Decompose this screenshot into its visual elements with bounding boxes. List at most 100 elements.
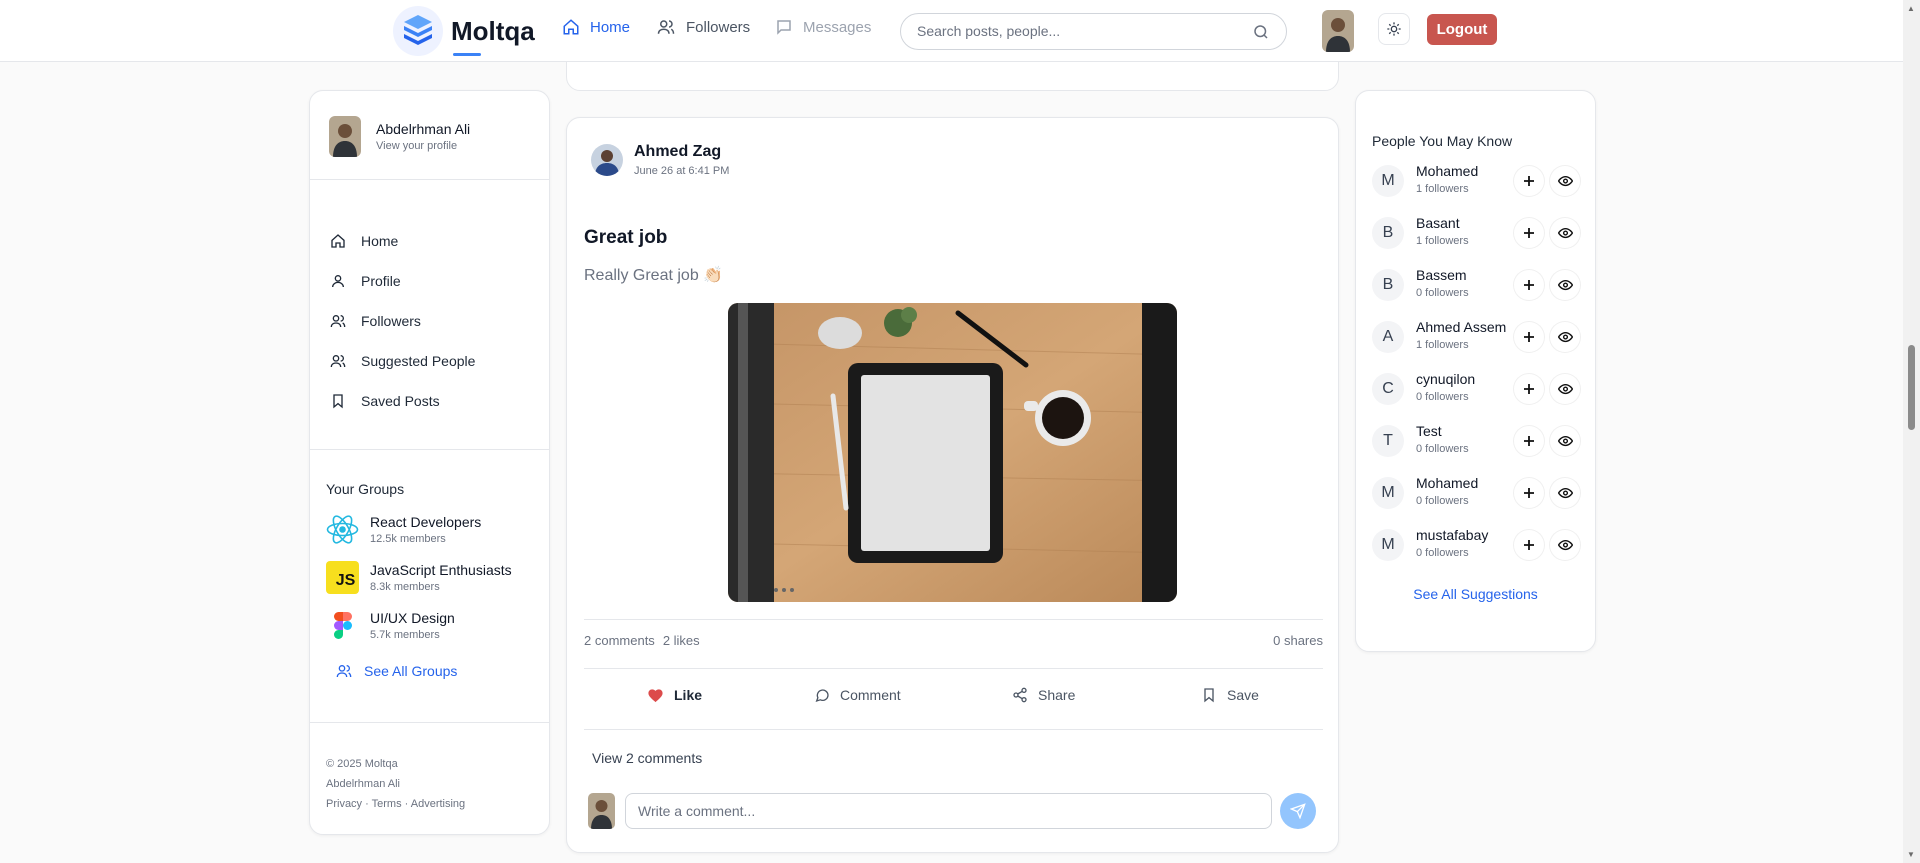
suggestion-name[interactable]: mustafabay bbox=[1416, 527, 1488, 543]
logout-button[interactable]: Logout bbox=[1427, 14, 1497, 45]
bookmark-icon bbox=[1204, 688, 1214, 703]
suggestion-avatar[interactable]: B bbox=[1372, 217, 1404, 249]
divider bbox=[310, 179, 549, 180]
suggestion-name[interactable]: Ahmed Assem bbox=[1416, 319, 1506, 335]
group-members: 8.3k members bbox=[370, 581, 440, 593]
view-profile-button[interactable] bbox=[1550, 218, 1580, 248]
search-input[interactable] bbox=[917, 23, 1237, 39]
nav-home[interactable]: Home bbox=[562, 18, 630, 36]
follow-button[interactable] bbox=[1514, 478, 1544, 508]
group-react-developers[interactable]: React Developers 12.5k members bbox=[326, 513, 481, 546]
message-icon bbox=[777, 20, 791, 35]
nav-followers[interactable]: Followers bbox=[656, 18, 750, 36]
group-members: 12.5k members bbox=[370, 533, 446, 545]
profile-name: Abdelrhman Ali bbox=[376, 121, 471, 137]
plus-icon bbox=[1524, 436, 1534, 446]
likes-count[interactable]: 2 likes bbox=[663, 633, 700, 648]
suggestion-avatar[interactable]: T bbox=[1372, 425, 1404, 457]
suggestion-name[interactable]: Mohamed bbox=[1416, 475, 1478, 491]
search-icon[interactable] bbox=[1252, 23, 1270, 41]
comment-button[interactable]: Comment bbox=[814, 687, 901, 703]
scroll-down-arrow[interactable]: ▼ bbox=[1907, 850, 1915, 859]
suggestion-avatar[interactable]: M bbox=[1372, 165, 1404, 197]
suggestion-avatar[interactable]: M bbox=[1372, 529, 1404, 561]
view-profile-button[interactable] bbox=[1550, 322, 1580, 352]
follow-button[interactable] bbox=[1514, 530, 1544, 560]
follow-button[interactable] bbox=[1514, 166, 1544, 196]
group-members: 5.7k members bbox=[370, 629, 440, 641]
suggestion-name[interactable]: Mohamed bbox=[1416, 163, 1478, 179]
follow-button[interactable] bbox=[1514, 426, 1544, 456]
suggestion-avatar[interactable]: C bbox=[1372, 373, 1404, 405]
sidebar-item-home[interactable]: Home bbox=[330, 221, 475, 261]
divider bbox=[584, 668, 1323, 669]
view-profile-button[interactable] bbox=[1550, 530, 1580, 560]
view-profile-button[interactable] bbox=[1550, 166, 1580, 196]
sidebar-item-followers[interactable]: Followers bbox=[330, 301, 475, 341]
home-icon bbox=[331, 234, 345, 248]
user-icon bbox=[332, 275, 344, 288]
eye-icon bbox=[1557, 383, 1573, 395]
post-timestamp: June 26 at 6:41 PM bbox=[634, 165, 730, 177]
eye-icon bbox=[1557, 435, 1573, 447]
page-scrollbar[interactable]: ▲ ▼ bbox=[1903, 0, 1920, 863]
send-icon bbox=[1290, 803, 1306, 819]
suggestion-avatar[interactable]: M bbox=[1372, 477, 1404, 509]
author-name[interactable]: Ahmed Zag bbox=[634, 143, 729, 161]
eye-icon bbox=[1557, 487, 1573, 499]
follow-button[interactable] bbox=[1514, 270, 1544, 300]
follow-button[interactable] bbox=[1514, 322, 1544, 352]
like-button[interactable]: Like bbox=[647, 687, 702, 703]
follow-button[interactable] bbox=[1514, 374, 1544, 404]
profile-link[interactable]: Abdelrhman Ali View your profile bbox=[329, 116, 470, 157]
scroll-up-arrow[interactable]: ▲ bbox=[1907, 4, 1915, 13]
see-all-suggestions-link[interactable]: See All Suggestions bbox=[1356, 586, 1595, 602]
save-button[interactable]: Save bbox=[1201, 687, 1259, 703]
theme-toggle-button[interactable] bbox=[1378, 13, 1410, 45]
suggestion-followers: 1 followers bbox=[1416, 183, 1469, 195]
scrollbar-thumb[interactable] bbox=[1908, 345, 1915, 430]
profile-subtitle: View your profile bbox=[376, 140, 458, 152]
eye-icon bbox=[1557, 539, 1573, 551]
suggestion-avatar[interactable]: B bbox=[1372, 269, 1404, 301]
users-icon bbox=[330, 355, 346, 368]
view-profile-button[interactable] bbox=[1550, 270, 1580, 300]
divider bbox=[310, 449, 549, 450]
see-all-groups-link[interactable]: See All Groups bbox=[336, 663, 457, 679]
divider bbox=[584, 619, 1323, 620]
follow-button[interactable] bbox=[1514, 218, 1544, 248]
plus-icon bbox=[1524, 332, 1534, 342]
group-ui-ux-design[interactable]: UI/UX Design 5.7k members bbox=[326, 609, 455, 642]
user-avatar[interactable] bbox=[1322, 10, 1354, 52]
suggestion-item: T Test 0 followers bbox=[1372, 421, 1581, 461]
logo[interactable]: Moltqa bbox=[393, 6, 535, 56]
view-profile-button[interactable] bbox=[1550, 374, 1580, 404]
eye-icon bbox=[1557, 175, 1573, 187]
comments-count[interactable]: 2 comments bbox=[584, 633, 655, 648]
post-author[interactable]: Ahmed Zag June 26 at 6:41 PM bbox=[591, 143, 729, 177]
suggestion-followers: 1 followers bbox=[1416, 235, 1469, 247]
send-comment-button[interactable] bbox=[1280, 793, 1316, 829]
shares-count: 0 shares bbox=[1273, 633, 1323, 648]
view-profile-button[interactable] bbox=[1550, 478, 1580, 508]
post-image[interactable] bbox=[728, 303, 1177, 602]
suggestion-name[interactable]: Test bbox=[1416, 423, 1442, 439]
groups-title: Your Groups bbox=[326, 481, 405, 497]
left-sidebar: Abdelrhman Ali View your profile Home Pr… bbox=[309, 90, 550, 835]
view-profile-button[interactable] bbox=[1550, 426, 1580, 456]
sidebar-item-profile[interactable]: Profile bbox=[330, 261, 475, 301]
view-comments-link[interactable]: View 2 comments bbox=[592, 750, 702, 766]
eye-icon bbox=[1557, 227, 1573, 239]
sidebar-item-saved-posts[interactable]: Saved Posts bbox=[330, 381, 475, 421]
group-javascript-enthusiasts[interactable]: JS JavaScript Enthusiasts 8.3k members bbox=[326, 561, 512, 594]
footer-links[interactable]: Privacy · Terms · Advertising bbox=[326, 794, 465, 814]
suggestion-name[interactable]: Bassem bbox=[1416, 267, 1467, 283]
sidebar-item-suggested-people[interactable]: Suggested People bbox=[330, 341, 475, 381]
suggestion-name[interactable]: Basant bbox=[1416, 215, 1460, 231]
comment-input[interactable] bbox=[625, 793, 1272, 829]
suggestion-avatar[interactable]: A bbox=[1372, 321, 1404, 353]
nav-messages[interactable]: Messages bbox=[775, 18, 871, 36]
eye-icon bbox=[1557, 331, 1573, 343]
share-button[interactable]: Share bbox=[1012, 687, 1075, 703]
suggestion-name[interactable]: cynuqilon bbox=[1416, 371, 1475, 387]
